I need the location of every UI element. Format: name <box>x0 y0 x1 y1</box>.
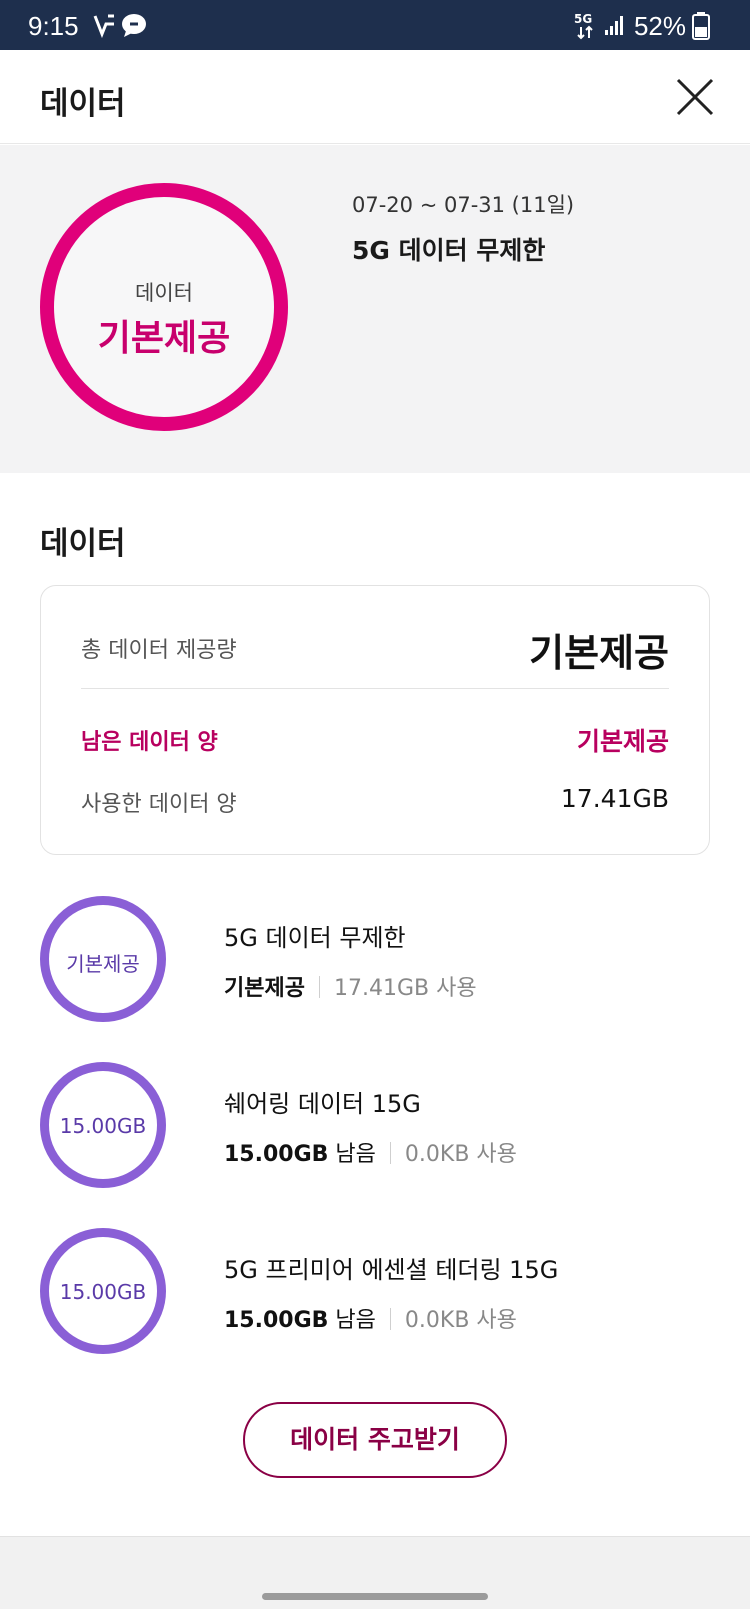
item-suffix: 남음 <box>328 1142 376 1167</box>
item-amount: 15.00GB <box>224 1142 329 1167</box>
item-ring-text: 15.00GB <box>59 1280 147 1304</box>
data-usage-ring: 데이터 기본제공 <box>40 183 288 431</box>
ring-value: 기본제공 <box>97 318 231 359</box>
remaining-data-value: 기본제공 <box>576 727 669 756</box>
used-data-row: 사용한 데이터 양 17.41GB <box>81 782 669 822</box>
plan-name: 5G 데이터 무제한 <box>352 236 546 265</box>
svg-text:5G: 5G <box>574 12 592 26</box>
data-overview-card: 총 데이터 제공량 기본제공 남은 데이터 양 기본제공 사용한 데이터 양 1… <box>40 585 710 855</box>
home-indicator[interactable] <box>262 1593 488 1600</box>
total-data-value: 기본제공 <box>529 631 669 675</box>
total-data-label: 총 데이터 제공량 <box>81 638 237 663</box>
list-item: 15.00GB 쉐어링 데이터 15G 15.00GB 남음 0.0KB 사용 <box>40 1062 710 1188</box>
page-title: 데이터 <box>40 86 126 122</box>
remaining-data-row: 남은 데이터 양 기본제공 <box>81 720 669 760</box>
item-ring-text: 기본제공 <box>66 952 140 976</box>
item-used: 17.41GB 사용 <box>333 976 477 1001</box>
chat-bubble-icon <box>120 12 148 42</box>
item-usage: 15.00GB 남음 0.0KB 사용 <box>224 1302 517 1334</box>
vpn-key-icon <box>92 12 118 42</box>
network-5g-icon: 5G <box>573 10 599 44</box>
close-button[interactable] <box>674 76 716 118</box>
item-usage: 기본제공 17.41GB 사용 <box>224 970 477 1002</box>
separator <box>389 1142 391 1164</box>
item-ring: 기본제공 <box>40 896 166 1022</box>
remaining-data-label: 남은 데이터 양 <box>81 730 218 755</box>
page-header: 데이터 <box>0 50 750 144</box>
item-ring: 15.00GB <box>40 1062 166 1188</box>
item-usage: 15.00GB 남음 0.0KB 사용 <box>224 1136 517 1168</box>
item-name: 쉐어링 데이터 15G <box>224 1090 421 1118</box>
used-data-label: 사용한 데이터 양 <box>81 792 237 817</box>
battery-percent: 52% <box>633 11 686 41</box>
item-ring-text: 15.00GB <box>59 1114 147 1138</box>
list-item: 기본제공 5G 데이터 무제한 기본제공 17.41GB 사용 <box>40 896 710 1022</box>
item-used: 0.0KB 사용 <box>404 1142 517 1167</box>
total-data-row: 총 데이터 제공량 기본제공 <box>81 614 669 675</box>
status-time: 9:15 <box>28 11 79 41</box>
divider <box>81 688 669 689</box>
signal-strength-icon <box>604 14 626 40</box>
item-name: 5G 프리미어 에센셜 테더링 15G <box>224 1256 559 1284</box>
separator <box>318 976 320 998</box>
used-data-value: 17.41GB <box>560 784 669 813</box>
item-name: 5G 데이터 무제한 <box>224 924 406 952</box>
data-summary-panel: 데이터 기본제공 07-20 ~ 07-31 (11일) 5G 데이터 무제한 <box>0 145 750 473</box>
item-amount: 기본제공 <box>224 976 305 1001</box>
section-title: 데이터 <box>40 526 126 562</box>
ring-label: 데이터 <box>135 281 193 305</box>
billing-period: 07-20 ~ 07-31 (11일) <box>352 193 575 217</box>
battery-icon <box>692 12 710 44</box>
list-item: 15.00GB 5G 프리미어 에센셜 테더링 15G 15.00GB 남음 0.… <box>40 1228 710 1354</box>
data-gift-button[interactable]: 데이터 주고받기 <box>243 1402 507 1478</box>
item-used: 0.0KB 사용 <box>404 1308 517 1333</box>
status-bar: 9:15 5G 52% <box>0 0 750 50</box>
close-icon <box>676 78 714 116</box>
item-ring: 15.00GB <box>40 1228 166 1354</box>
item-suffix: 남음 <box>328 1308 376 1333</box>
separator <box>389 1308 391 1330</box>
item-amount: 15.00GB <box>224 1308 329 1333</box>
